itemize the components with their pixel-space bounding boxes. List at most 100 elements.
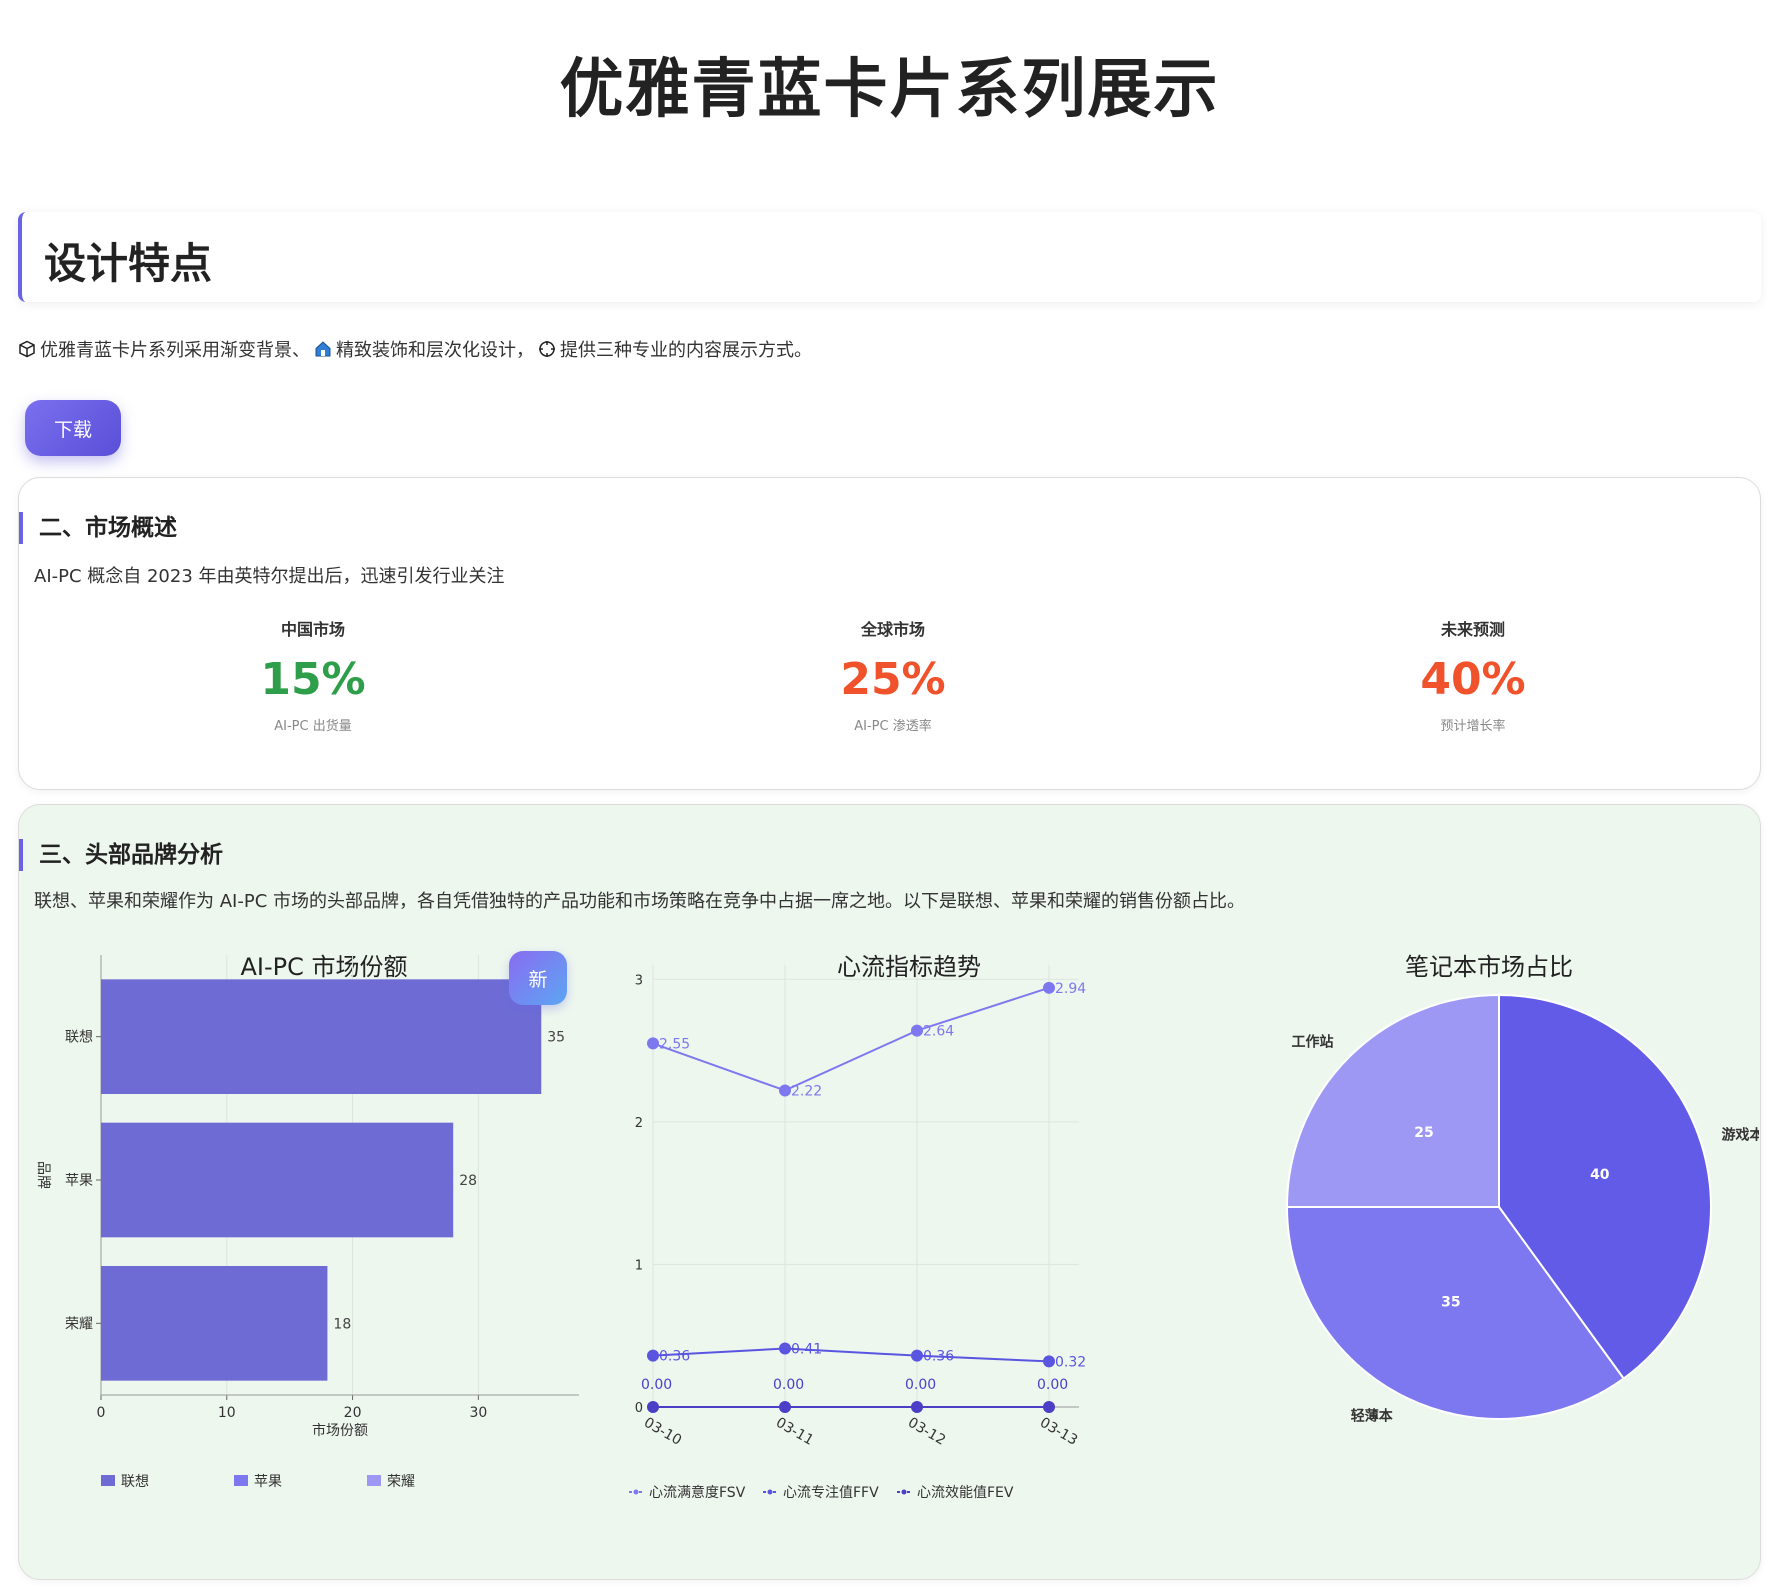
stat-label: 全球市场 bbox=[860, 620, 925, 639]
bar-x-tick-label: 0 bbox=[97, 1405, 106, 1421]
stat-china-market: 中国市场 15% AI-PC 出货量 bbox=[163, 616, 463, 734]
line-data-label: 2.55 bbox=[659, 1036, 690, 1052]
bar-chart: 0 10 20 3035联想28苹果18荣耀市场份额品牌联想 苹果 荣耀 bbox=[35, 955, 579, 1490]
line-point bbox=[647, 1037, 659, 1050]
pie-slice-2 bbox=[1285, 993, 1500, 1208]
bar-legend-label: 荣耀 bbox=[387, 1474, 415, 1490]
stat-sub: AI-PC 渗透率 bbox=[854, 719, 932, 734]
line-legend-marker bbox=[767, 1489, 773, 1495]
bar-value-label: 35 bbox=[547, 1030, 565, 1046]
stat-global-market: 全球市场 25% AI-PC 渗透率 bbox=[743, 616, 1043, 734]
feature-desc-part2: 精致装饰和层次化设计， bbox=[336, 340, 534, 361]
pie-category-label: 轻薄本 bbox=[1351, 1407, 1394, 1424]
line-legend-label: 心流专注值FFV bbox=[783, 1485, 879, 1501]
line-y-tick-label: 0 bbox=[635, 1401, 643, 1416]
bar-legend-swatch bbox=[101, 1475, 115, 1486]
line-data-label: 0.41 bbox=[791, 1342, 822, 1358]
bar-category-label: 联想 bbox=[65, 1030, 93, 1046]
bar-legend-label: 苹果 bbox=[254, 1474, 282, 1490]
pie-value-label: 40 bbox=[1590, 1167, 1610, 1183]
line-point bbox=[647, 1349, 659, 1362]
line-legend-marker bbox=[901, 1489, 907, 1495]
line-point bbox=[779, 1401, 791, 1413]
line-chart: 0 1 2 3 2.55 2.22 2.64 2.94 0.36 0.41 0.36 0.32 0.00… bbox=[629, 965, 1086, 1501]
stat-sub: AI-PC 出货量 bbox=[274, 719, 352, 734]
line-legend-label: 心流满意度FSV bbox=[649, 1484, 746, 1501]
line-data-label: 0.00 bbox=[905, 1377, 936, 1393]
line-data-label: 2.22 bbox=[791, 1083, 822, 1099]
page: 优雅青蓝卡片系列展示 设计特点 优雅青蓝卡片系列采用渐变背景、 精致装饰和层次化… bbox=[0, 0, 1779, 1588]
pie-value-label: 35 bbox=[1441, 1294, 1460, 1310]
bar-legend-swatch bbox=[367, 1475, 381, 1486]
bar-x-axis-label: 市场份额 bbox=[312, 1422, 368, 1439]
bar-0 bbox=[101, 979, 542, 1094]
bar-1 bbox=[101, 1122, 454, 1238]
line-data-label: 2.64 bbox=[923, 1024, 954, 1040]
bar-x-tick-label: 20 bbox=[344, 1405, 362, 1421]
house-icon bbox=[315, 341, 331, 357]
line-point bbox=[1043, 1355, 1055, 1368]
bar-category-label: 苹果 bbox=[65, 1173, 93, 1189]
stat-label: 未来预测 bbox=[1440, 620, 1505, 639]
bar-legend-label: 联想 bbox=[121, 1474, 149, 1490]
feature-desc-part3: 提供三种专业的内容展示方式。 bbox=[560, 340, 812, 361]
stat-future-forecast: 未来预测 40% 预计增长率 bbox=[1323, 616, 1623, 734]
download-button[interactable]: 下载 bbox=[25, 400, 121, 456]
line-data-label: 0.00 bbox=[1037, 1377, 1068, 1393]
bar-2 bbox=[101, 1266, 328, 1381]
brand-analysis-card: 三、头部品牌分析 联想、苹果和荣耀作为 AI-PC 市场的头部品牌，各自凭借独特… bbox=[18, 804, 1761, 1580]
line-point bbox=[911, 1401, 923, 1413]
line-data-label: 2.94 bbox=[1055, 981, 1086, 997]
bar-value-label: 18 bbox=[333, 1316, 351, 1332]
pie-value-label: 25 bbox=[1414, 1125, 1433, 1141]
cube-icon bbox=[19, 340, 35, 358]
line-point bbox=[1043, 1401, 1055, 1413]
feature-card: 设计特点 bbox=[18, 212, 1761, 302]
line-x-tick-label: 03-12 bbox=[905, 1415, 948, 1449]
bar-x-tick-label: 30 bbox=[469, 1405, 487, 1421]
market-overview-card: 二、市场概述 AI-PC 概念自 2023 年由英特尔提出后，迅速引发行业关注 … bbox=[18, 477, 1761, 790]
line-data-label: 0.32 bbox=[1055, 1354, 1086, 1370]
line-y-tick-label: 2 bbox=[635, 1116, 643, 1131]
line-point bbox=[779, 1342, 791, 1355]
line-y-tick-label: 3 bbox=[635, 973, 643, 988]
line-data-label: 0.36 bbox=[659, 1349, 690, 1365]
pie-chart: 40 游戏本 35 轻薄本 25 工作站 bbox=[1285, 993, 1759, 1424]
stat-value: 15% bbox=[260, 654, 366, 705]
brand-section-desc: 联想、苹果和荣耀作为 AI-PC 市场的头部品牌，各自凭借独特的产品功能和市场策… bbox=[34, 891, 1245, 912]
line-point bbox=[779, 1084, 791, 1097]
line-x-tick-label: 03-13 bbox=[1037, 1415, 1080, 1449]
line-point bbox=[1043, 981, 1055, 994]
line-y-tick-label: 1 bbox=[635, 1258, 643, 1273]
line-x-tick-label: 03-11 bbox=[773, 1415, 816, 1449]
line-x-tick-label: 03-10 bbox=[641, 1415, 684, 1449]
crosshair-icon bbox=[539, 341, 555, 357]
line-point bbox=[911, 1349, 923, 1362]
line-legend-label: 心流效能值FEV bbox=[917, 1485, 1014, 1501]
stat-value: 40% bbox=[1420, 654, 1526, 705]
feature-title: 设计特点 bbox=[44, 239, 213, 288]
line-point bbox=[647, 1401, 659, 1413]
line-data-label: 0.00 bbox=[773, 1377, 804, 1393]
line-series-0 bbox=[652, 986, 1050, 1092]
line-series-1 bbox=[652, 1347, 1050, 1363]
stat-value: 25% bbox=[840, 654, 946, 705]
pie-category-label: 工作站 bbox=[1292, 1034, 1334, 1051]
line-legend-marker bbox=[633, 1489, 639, 1495]
line-point bbox=[911, 1024, 923, 1037]
bar-x-tick-label: 10 bbox=[218, 1405, 236, 1421]
bar-value-label: 28 bbox=[459, 1173, 477, 1189]
market-section-desc: AI-PC 概念自 2023 年由英特尔提出后，迅速引发行业关注 bbox=[34, 566, 505, 587]
pie-category-label: 游戏本 bbox=[1722, 1127, 1759, 1144]
stat-sub: 预计增长率 bbox=[1440, 719, 1506, 734]
stat-label: 中国市场 bbox=[280, 620, 345, 639]
feature-desc-part1: 优雅青蓝卡片系列采用渐变背景、 bbox=[40, 340, 310, 361]
bar-y-axis-label: 品牌 bbox=[35, 1161, 52, 1189]
new-badge[interactable]: 新 bbox=[509, 951, 567, 1005]
brand-section-title: 三、头部品牌分析 bbox=[19, 839, 223, 871]
line-data-label: 0.36 bbox=[923, 1349, 954, 1365]
feature-desc: 优雅青蓝卡片系列采用渐变背景、 精致装饰和层次化设计， 提供三种专业的内容展示方… bbox=[18, 336, 812, 362]
line-data-label: 0.00 bbox=[641, 1377, 672, 1393]
bar-category-label: 荣耀 bbox=[65, 1316, 93, 1332]
market-section-title: 二、市场概述 bbox=[19, 512, 177, 544]
